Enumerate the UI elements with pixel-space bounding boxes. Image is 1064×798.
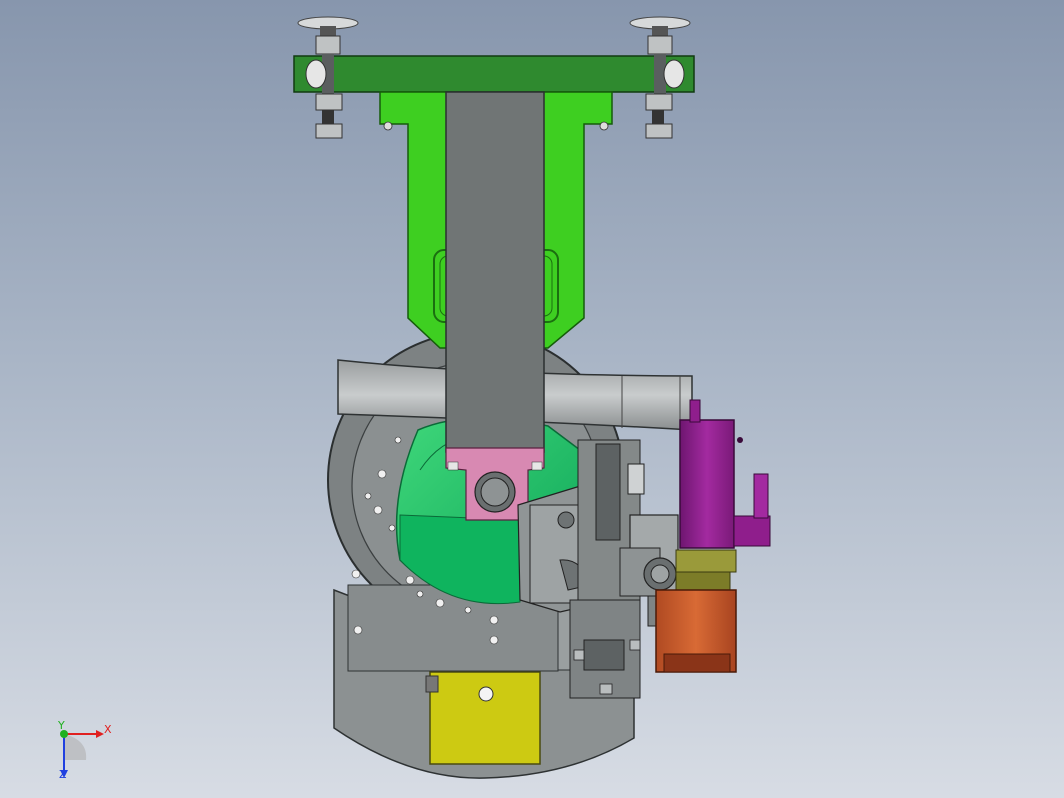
vertical-arm (445, 91, 545, 453)
purple-motor (679, 399, 771, 549)
y-axis-label: Y (57, 719, 65, 732)
z-axis-label: Z (59, 768, 67, 781)
x-axis-label: X (104, 723, 112, 736)
yellow-clamp-plate (425, 671, 541, 765)
top-mount-bar (293, 55, 695, 93)
cad-model-view[interactable]: X Y Z (0, 0, 1064, 798)
axis-triad: X Y Z (57, 719, 112, 781)
gear-reducer (675, 549, 737, 591)
orange-motor (655, 589, 737, 673)
cad-viewport[interactable]: X Y Z (0, 0, 1064, 798)
